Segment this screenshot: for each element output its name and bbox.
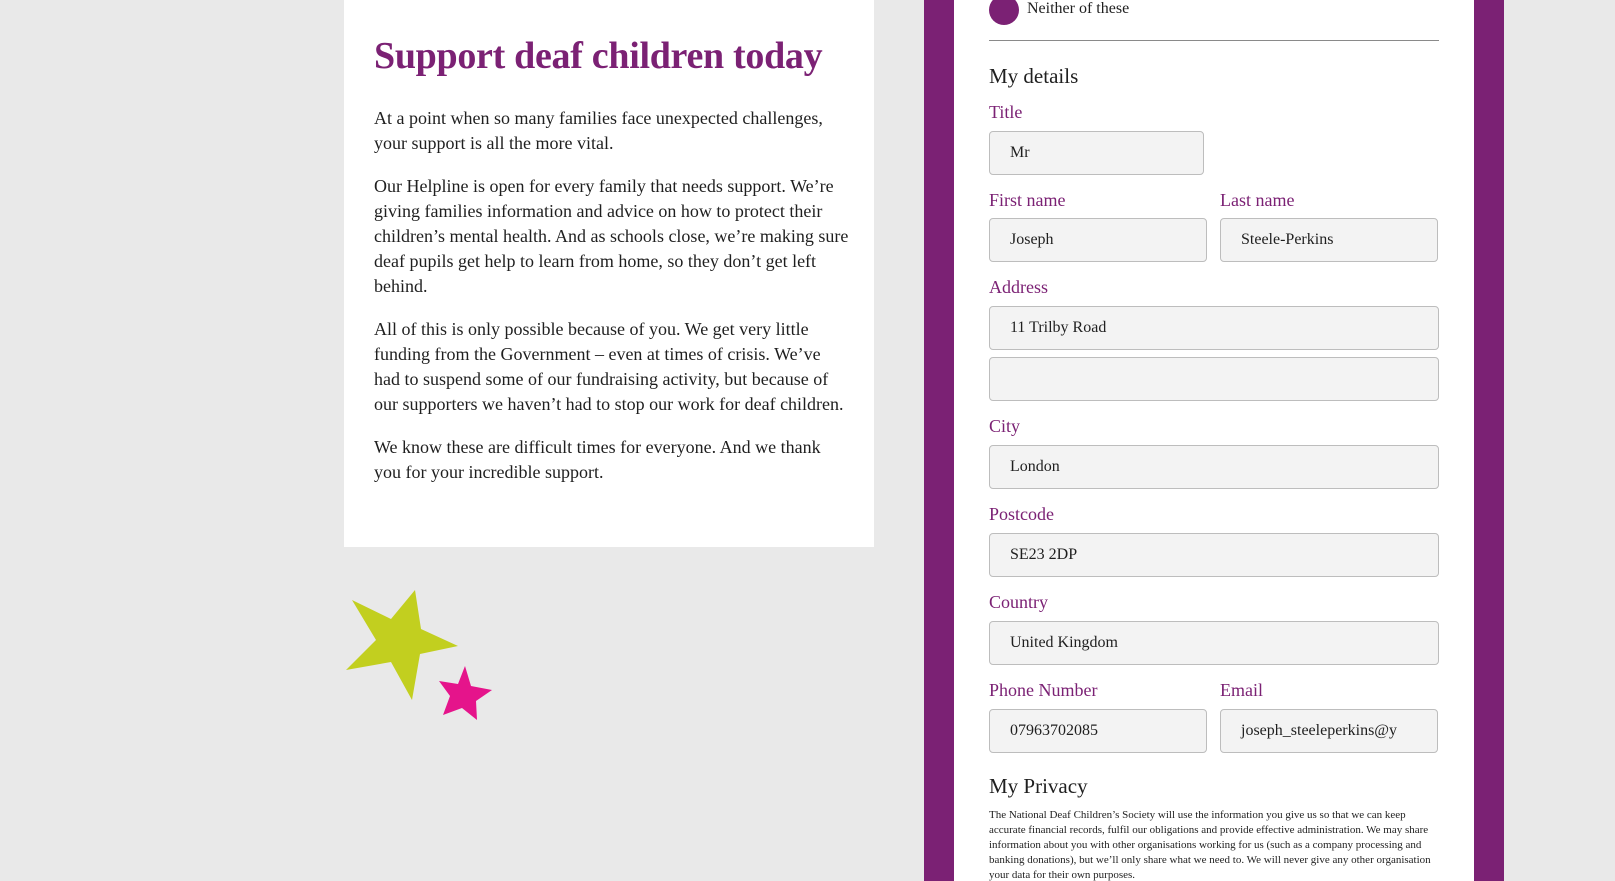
address-label: Address (989, 277, 1048, 297)
intro-paragraph: Our Helpline is open for every family th… (374, 176, 849, 296)
divider (989, 40, 1439, 41)
page-title: Support deaf children today (374, 35, 823, 77)
first-name-field[interactable]: Joseph (989, 218, 1207, 262)
intro-card: Support deaf children today At a point w… (344, 0, 874, 547)
email-field[interactable]: joseph_steeleperkins@y (1220, 709, 1438, 753)
title-field[interactable]: Mr (989, 131, 1204, 175)
radio-option-neither[interactable]: Neither of these (989, 0, 1129, 28)
country-label: Country (989, 592, 1049, 612)
donation-page: Support deaf children today At a point w… (0, 0, 1615, 881)
magenta-star-icon (439, 666, 492, 720)
radio-selected-icon[interactable] (989, 0, 1019, 25)
privacy-text: The National Deaf Children’s Society wil… (989, 809, 1431, 881)
my-details-heading: My details (989, 64, 1079, 88)
city-field[interactable]: London (989, 445, 1439, 489)
country-field[interactable]: United Kingdom (989, 621, 1439, 665)
postcode-field[interactable]: SE23 2DP (989, 533, 1439, 577)
title-label: Title (989, 102, 1023, 122)
my-privacy-heading: My Privacy (989, 774, 1088, 798)
phone-field[interactable]: 07963702085 (989, 709, 1207, 753)
intro-paragraph: We know these are difficult times for ev… (374, 437, 821, 482)
city-label: City (989, 416, 1021, 436)
postcode-label: Postcode (989, 504, 1054, 524)
intro-paragraph: At a point when so many families face un… (374, 108, 823, 153)
phone-label: Phone Number (989, 680, 1098, 700)
address-line2-field[interactable] (989, 357, 1439, 401)
last-name-field[interactable]: Steele-Perkins (1220, 218, 1438, 262)
address-line1-field[interactable]: 11 Trilby Road (989, 306, 1439, 350)
last-name-label: Last name (1220, 190, 1295, 210)
radio-label: Neither of these (1027, 0, 1130, 17)
intro-paragraph: All of this is only possible because of … (374, 319, 844, 414)
email-label: Email (1220, 680, 1263, 700)
decorative-stars (346, 590, 492, 720)
first-name-label: First name (989, 190, 1066, 210)
